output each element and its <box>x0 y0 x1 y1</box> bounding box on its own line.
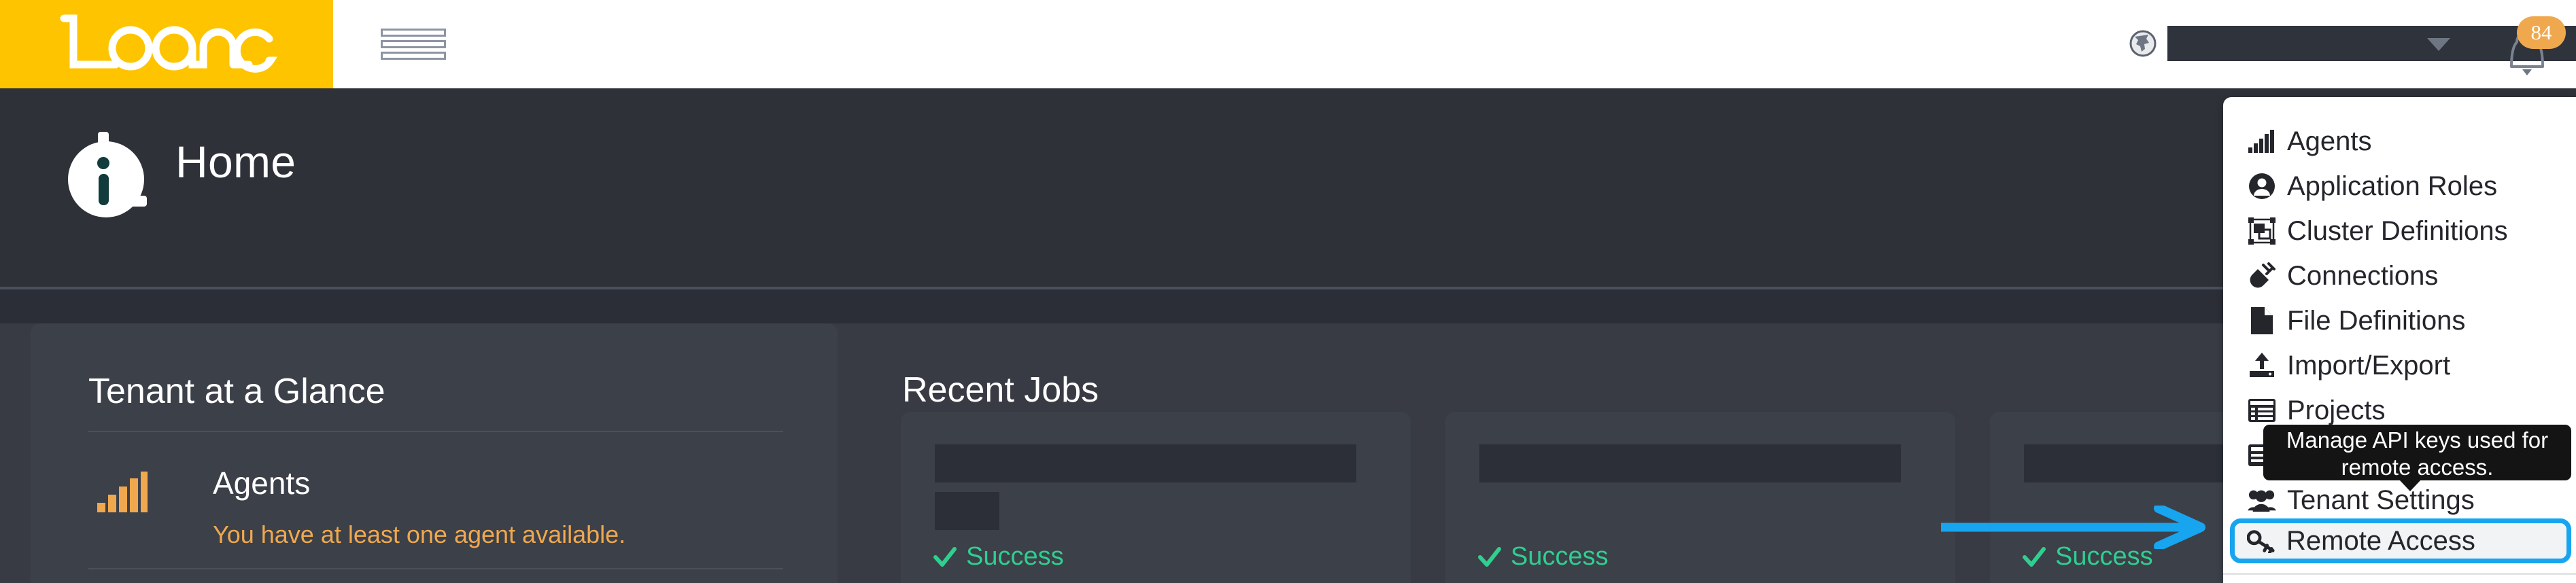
settings-dropdown-menu: Agents Application Roles Cluster Definit… <box>2223 97 2576 583</box>
plug-icon <box>2248 262 2276 290</box>
menu-divider <box>2223 573 2576 575</box>
recent-jobs-title: Recent Jobs <box>902 370 1099 410</box>
signal-bars-icon <box>2248 127 2276 156</box>
file-icon <box>2248 306 2276 335</box>
hamburger-bar <box>381 40 446 48</box>
glance-row-label: Agents <box>213 465 311 501</box>
key-icon <box>2247 527 2276 555</box>
main-content: Tenant at a Glance Agents You have at le… <box>0 323 2576 583</box>
info-circle-icon <box>68 132 147 217</box>
status-label: Success <box>1511 542 1609 571</box>
menu-item-import-export[interactable]: Import/Export <box>2235 345 2566 386</box>
menu-item-label: Cluster Definitions <box>2287 215 2508 246</box>
menu-item-label: Remote Access <box>2286 525 2475 556</box>
card-divider <box>88 568 783 569</box>
menu-item-label: Connections <box>2287 260 2439 291</box>
users-icon <box>2248 486 2276 514</box>
notification-badge: 84 <box>2517 16 2566 49</box>
check-icon <box>1478 546 1501 567</box>
card-divider <box>88 431 783 432</box>
status-label: Success <box>2055 542 2153 571</box>
hamburger-menu[interactable] <box>381 29 446 60</box>
user-circle-icon <box>2248 172 2276 200</box>
chevron-down-icon[interactable] <box>2427 38 2450 51</box>
signal-bars-icon <box>97 472 148 512</box>
menu-item-connections[interactable]: Connections <box>2235 255 2566 296</box>
job-subtitle-redacted <box>935 492 999 530</box>
job-card[interactable]: Success From: Nov 1, 2023 11:05 AM <box>1445 412 1955 583</box>
status-badge: Success <box>2023 542 2153 571</box>
menu-item-label: Application Roles <box>2287 171 2498 201</box>
card-title: Tenant at a Glance <box>88 372 385 411</box>
menu-item-label: Projects <box>2287 395 2386 425</box>
status-badge: Success <box>933 542 1064 571</box>
menu-item-application-roles[interactable]: Application Roles <box>2235 166 2566 207</box>
menu-item-agents[interactable]: Agents <box>2235 121 2566 162</box>
job-card[interactable]: Success From: <box>901 412 1411 583</box>
loome-logo-icon <box>60 14 278 73</box>
menu-item-label: Tenant Settings <box>2287 484 2475 515</box>
hamburger-bar <box>381 29 446 37</box>
job-name-redacted <box>1479 444 1901 482</box>
globe-icon <box>2129 30 2157 57</box>
glance-row-status: You have at least one agent available. <box>213 520 626 548</box>
menu-item-remote-access[interactable]: Remote Access <box>2230 518 2571 563</box>
top-bar: 84 <box>0 0 2576 88</box>
tenant-at-a-glance-card: Tenant at a Glance Agents You have at le… <box>31 323 838 583</box>
status-badge: Success <box>1478 542 1609 571</box>
menu-item-label: File Definitions <box>2287 305 2466 336</box>
upload-icon <box>2248 351 2276 380</box>
notifications-button[interactable]: 84 <box>2496 8 2566 79</box>
tooltip: Manage API keys used for remote access. <box>2263 425 2571 480</box>
page-title: Home <box>175 137 296 187</box>
brand-logo[interactable] <box>0 0 333 88</box>
job-name-redacted <box>935 444 1356 482</box>
menu-item-label: Import/Export <box>2287 350 2451 381</box>
menu-item-cluster-definitions[interactable]: Cluster Definitions <box>2235 211 2566 251</box>
check-icon <box>2023 546 2046 567</box>
app-window: 84 Home Tenant at a Glance Agents You ha… <box>0 0 2576 583</box>
status-label: Success <box>966 542 1064 571</box>
tooltip-arrow-icon <box>2399 480 2421 491</box>
page-header <box>0 88 2576 288</box>
list-icon <box>2248 396 2276 425</box>
menu-item-label: Agents <box>2287 126 2372 156</box>
header-lower-band <box>0 289 2576 323</box>
menu-item-file-definitions[interactable]: File Definitions <box>2235 300 2566 341</box>
cluster-icon <box>2248 217 2276 245</box>
check-icon <box>933 546 957 567</box>
hamburger-bar <box>381 52 446 60</box>
